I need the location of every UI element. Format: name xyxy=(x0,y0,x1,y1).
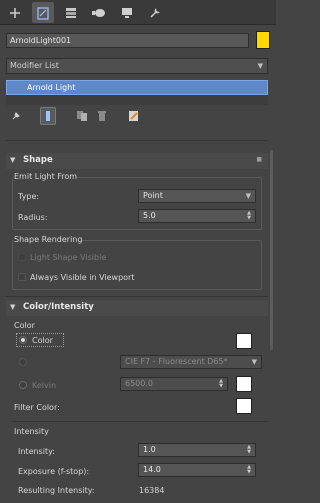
intensity-spinner[interactable]: 1.0 ▲ ▼ xyxy=(138,443,256,457)
emit-light-group-label: Emit Light From xyxy=(14,172,78,181)
chevron-down-icon: ▼ xyxy=(257,62,263,70)
filter-color-label: Filter Color: xyxy=(14,403,60,412)
light-shape-visible-checkbox[interactable] xyxy=(18,253,26,261)
shape-rendering-group-label: Shape Rendering xyxy=(14,235,83,244)
resulting-intensity-value: 16384 xyxy=(139,486,165,495)
pin-stack-icon[interactable] xyxy=(8,107,24,125)
preset-dropdown[interactable]: CIE F7 - Fluorescent D65* ▼ xyxy=(120,355,262,369)
command-panel-tabs xyxy=(0,0,276,25)
spinner-arrows-icon: ▲ ▼ xyxy=(247,464,251,475)
intensity-value: 1.0 xyxy=(143,445,156,454)
type-label: Type: xyxy=(18,192,40,201)
collapse-triangle-icon: ▼ xyxy=(10,156,16,164)
hierarchy-tab-icon[interactable] xyxy=(60,2,82,23)
make-unique-icon[interactable] xyxy=(74,107,90,125)
shape-rollout-header[interactable]: ▼ Shape ■ xyxy=(6,153,268,169)
modifier-list-label: Modifier List xyxy=(10,61,59,70)
type-dropdown[interactable]: Point ▼ xyxy=(138,189,256,203)
modifier-stack-empty-area xyxy=(6,95,268,105)
filter-color-swatch[interactable] xyxy=(236,398,252,414)
object-color-swatch[interactable] xyxy=(256,31,270,49)
radius-label: Radius: xyxy=(18,213,48,222)
always-visible-label: Always Visible in Viewport xyxy=(30,273,135,282)
spinner-arrows-icon: ▲ ▼ xyxy=(247,210,251,221)
kelvin-value: 6500.0 xyxy=(125,379,153,388)
kelvin-label: Kelvin xyxy=(32,381,57,390)
color-swatch[interactable] xyxy=(236,333,252,349)
kelvin-color-swatch[interactable] xyxy=(236,376,252,392)
always-visible-checkbox[interactable] xyxy=(18,273,26,281)
color-group-label: Color xyxy=(14,321,35,330)
divider xyxy=(6,296,268,297)
divider xyxy=(6,140,268,141)
color-intensity-rollout-title: Color/Intensity xyxy=(23,302,94,312)
remove-modifier-trash-icon[interactable] xyxy=(94,107,110,125)
exposure-spinner[interactable]: 14.0 ▲ ▼ xyxy=(138,463,256,477)
shape-rollout-title: Shape xyxy=(23,155,53,165)
panel-scrollbar[interactable] xyxy=(270,150,273,350)
color-intensity-rollout-header[interactable]: ▼ Color/Intensity xyxy=(6,300,268,316)
radius-spinner[interactable]: 5.0 ▲ ▼ xyxy=(138,209,256,223)
spinner-arrows-icon: ▲ ▼ xyxy=(247,444,251,455)
modify-tab-icon[interactable] xyxy=(32,2,54,23)
preset-option-radio[interactable] xyxy=(19,358,27,366)
configure-modifier-sets-icon[interactable] xyxy=(126,107,142,125)
modifier-stack-item[interactable]: Arnold Light xyxy=(6,80,268,95)
exposure-value: 14.0 xyxy=(143,465,161,474)
rollout-menu-dot-icon: ■ xyxy=(256,156,262,163)
preset-value: CIE F7 - Fluorescent D65* xyxy=(125,357,228,366)
modifier-list-dropdown[interactable]: Modifier List ▼ xyxy=(6,58,268,74)
motion-tab-icon[interactable] xyxy=(88,2,110,23)
kelvin-option-radio[interactable] xyxy=(19,381,27,389)
exposure-label: Exposure (f-stop): xyxy=(18,467,90,476)
chevron-down-icon: ▼ xyxy=(245,192,251,200)
intensity-label: Intensity: xyxy=(18,447,55,456)
object-name-input[interactable]: ArnoldLight001 xyxy=(6,33,249,48)
collapse-triangle-icon: ▼ xyxy=(10,303,16,311)
display-tab-monitor-icon[interactable] xyxy=(116,2,138,23)
shape-rendering-group xyxy=(12,240,262,290)
color-option-label: Color xyxy=(32,336,53,345)
chevron-down-icon: ▼ xyxy=(251,358,257,366)
light-shape-visible-label: Light Shape Visible xyxy=(30,253,107,262)
type-value: Point xyxy=(143,191,163,200)
show-end-result-icon[interactable] xyxy=(40,107,56,125)
modifier-stack-toolbar xyxy=(6,105,268,127)
resulting-intensity-label: Resulting Intensity: xyxy=(18,486,95,495)
create-tab-plus-icon[interactable] xyxy=(4,2,26,23)
radius-value: 5.0 xyxy=(143,211,156,220)
spinner-arrows-icon: ▲ ▼ xyxy=(219,378,223,389)
intensity-group-label: Intensity xyxy=(14,427,49,436)
divider xyxy=(12,421,268,422)
color-option-radio[interactable] xyxy=(19,336,27,344)
utilities-tab-wrench-icon[interactable] xyxy=(144,2,166,23)
stack-item-label: Arnold Light xyxy=(27,83,76,92)
kelvin-spinner[interactable]: 6500.0 ▲ ▼ xyxy=(120,377,228,391)
